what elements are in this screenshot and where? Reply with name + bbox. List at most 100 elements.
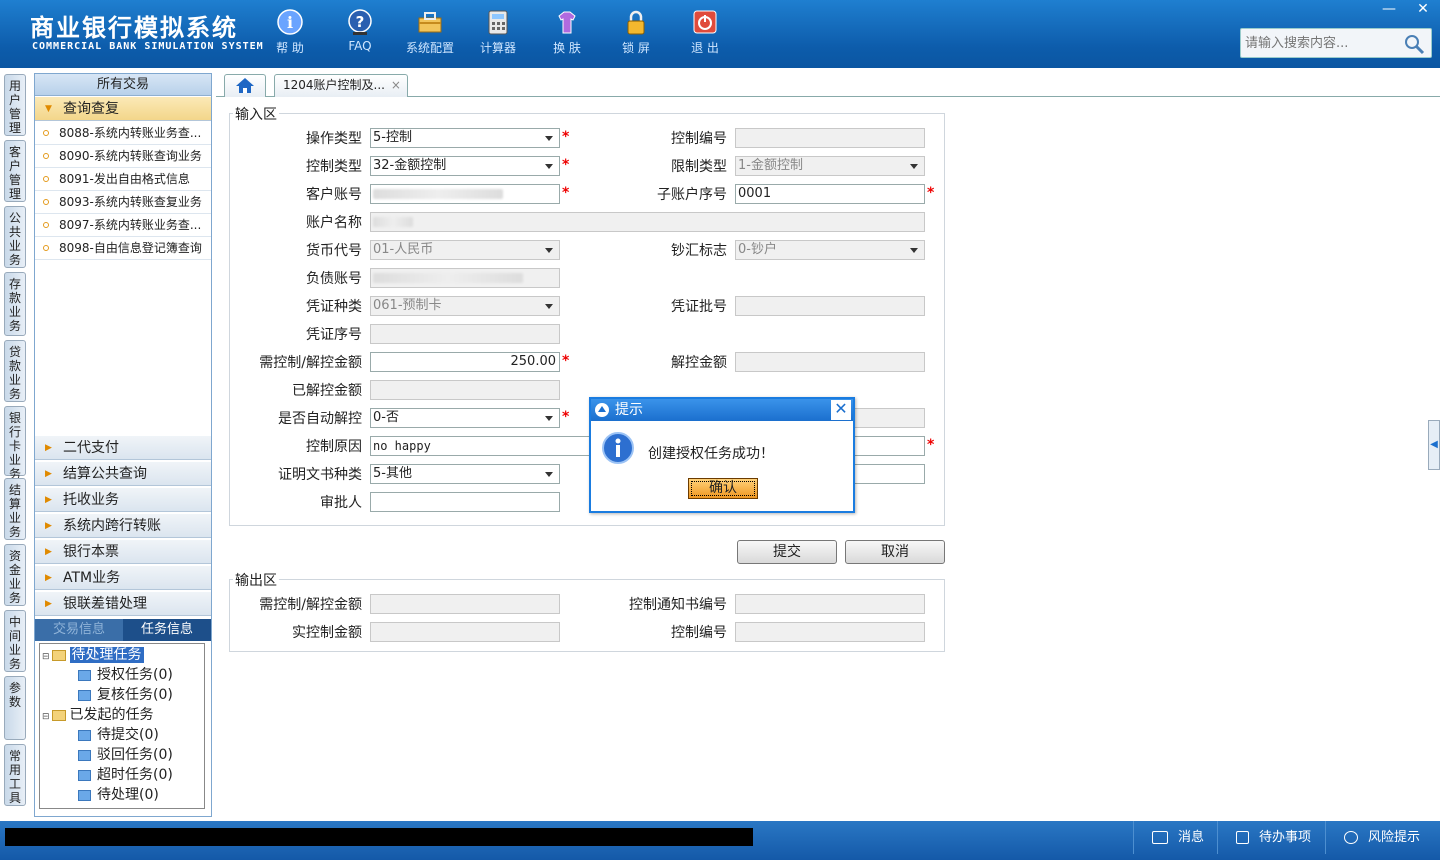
close-window-button[interactable]: ✕ [1406,0,1440,20]
required-marker: * [562,185,570,201]
voucher-batch-label: 凭证批号 [671,299,727,315]
vtab-bank-card-business[interactable]: 银行卡业务 [4,406,26,481]
tree-node-review[interactable]: 复核任务(0) [78,686,173,705]
voucher-type-label: 凭证种类 [306,299,362,315]
voucher-type-select: 061-预制卡 [370,296,560,316]
vtab-intermediary-business[interactable]: 中间业务 [4,610,26,672]
nav-item-8098[interactable]: 8098-自由信息登记簿查询 [35,237,211,260]
voucher-seq-label: 凭证序号 [306,327,362,343]
toolbar-label: 退 出 [691,41,719,55]
nav-group-atm[interactable]: ▶ ATM业务 [35,566,211,590]
released-label: 已解控金额 [292,383,362,399]
cancel-button[interactable]: 取消 [845,540,945,564]
home-tab[interactable] [224,74,266,97]
collapse-toggle-icon[interactable]: ⊟ [42,652,50,662]
tree-node-to-process[interactable]: 待处理(0) [78,786,159,805]
tree-label: 授权任务(0) [97,667,173,683]
cust-acct-field[interactable] [370,184,560,204]
vtab-common-tools[interactable]: 常用工具 [4,744,26,806]
risk-alert-button[interactable]: 风险提示 [1325,821,1440,854]
vtab-parameters[interactable]: 参数 [4,676,26,740]
help-button[interactable]: i 帮 助 [258,8,322,62]
lock-screen-button[interactable]: 锁 屏 [604,8,668,62]
nav-group-settlement-query[interactable]: ▶ 结算公共查询 [35,462,211,486]
submit-button[interactable]: 提交 [737,540,837,564]
tree-node-rejected[interactable]: 驳回任务(0) [78,746,173,765]
approver-field[interactable] [370,492,560,512]
collapse-panel-handle[interactable]: ◀ [1428,420,1440,470]
tree-node-pending[interactable]: ⊟ 待处理任务 [42,646,144,665]
task-icon [78,729,91,741]
sub-acct-label: 子账户序号 [657,187,727,203]
dialog-message: 创建授权任务成功！ [648,446,774,462]
nav-item-label: 8091-发出自由格式信息 [59,172,190,186]
dialog-close-button[interactable]: ✕ [831,400,851,420]
amount-field[interactable]: 250.00 [370,352,560,372]
search-icon[interactable] [1403,33,1425,55]
task-icon [78,749,91,761]
nav-item-8088[interactable]: 8088-系统内转账业务查... [35,122,211,145]
tab-task-info[interactable]: 任务信息 [123,619,211,641]
toolbar-label: 系统配置 [405,41,454,55]
nav-item-8091[interactable]: 8091-发出自由格式信息 [35,168,211,191]
nav-item-8090[interactable]: 8090-系统内转账查询业务 [35,145,211,168]
vtab-loan-business[interactable]: 贷款业务 [4,340,26,402]
nav-item-8097[interactable]: 8097-系统内转账业务查... [35,214,211,237]
change-skin-button[interactable]: 换 肤 [535,8,599,62]
actual-amount-label: 实控制金额 [292,625,362,641]
module-tabs: 用户管理 客户管理 公共业务 存款业务 贷款业务 银行卡业务 结算业务 资金业务… [0,68,30,820]
vtab-settlement-business[interactable]: 结算业务 [4,478,26,540]
tree-node-timeout[interactable]: 超时任务(0) [78,766,173,785]
cert-type-label: 证明文书种类 [278,467,362,483]
calculator-icon [488,10,508,35]
confirm-button[interactable]: 确认 [688,478,758,499]
tree-node-initiated[interactable]: ⊟ 已发起的任务 [42,706,154,725]
cert-type-select[interactable]: 5-其他 [370,464,560,484]
release-amt-field [735,352,925,372]
minimize-button[interactable]: — [1372,0,1406,20]
vtab-public-business[interactable]: 公共业务 [4,206,26,268]
redacted-value [373,189,503,199]
nav-group-unionpay-error[interactable]: ▶ 银联差错处理 [35,592,211,616]
calculator-button[interactable]: 计算器 [466,8,530,62]
nav-group-collection[interactable]: ▶ 托收业务 [35,488,211,512]
vtab-user-management[interactable]: 用户管理 [4,74,26,136]
tree-node-auth[interactable]: 授权任务(0) [78,666,173,685]
sub-acct-field[interactable]: 0001 [735,184,925,204]
output-section-legend: 输出区 [233,570,279,590]
op-type-select[interactable]: 5-控制 [370,128,560,148]
collapse-toggle-icon[interactable]: ⊟ [42,712,50,722]
nav-group-label: 银行本票 [63,544,119,560]
exit-button[interactable]: 退 出 [673,8,737,62]
nav-group-interbank-transfer[interactable]: ▶ 系统内跨行转账 [35,514,211,538]
lock-icon [627,10,645,35]
ctrl-type-select[interactable]: 32-金额控制 [370,156,560,176]
nav-group-bank-draft[interactable]: ▶ 银行本票 [35,540,211,564]
status-label: 消息 [1178,830,1205,845]
vtab-fund-business[interactable]: 资金业务 [4,544,26,606]
tab-close-icon[interactable]: × [391,78,401,92]
nav-group-query-reply[interactable]: ▼ 查询查复 [35,97,211,121]
search-input[interactable] [1241,29,1401,57]
notice-no-field [735,594,925,614]
vtab-deposit-business[interactable]: 存款业务 [4,272,26,336]
todo-button[interactable]: 待办事项 [1217,821,1325,854]
vtab-customer-management[interactable]: 客户管理 [4,140,26,202]
tab-label: 1204账户控制及... [283,78,385,92]
system-config-button[interactable]: 系统配置 [398,8,462,62]
messages-button[interactable]: 消息 [1133,821,1225,854]
tree-node-to-submit[interactable]: 待提交(0) [78,726,159,745]
auto-release-select[interactable]: 0-否 [370,408,560,428]
home-icon [236,78,254,93]
app-title: 商业银行模拟系统 [30,13,238,42]
cash-flag-select: 0-钞户 [735,240,925,260]
nav-group-second-gen-payment[interactable]: ▶ 二代支付 [35,436,211,460]
tab-trade-info[interactable]: 交易信息 [35,619,123,641]
faq-button[interactable]: ? FAQ [328,8,392,62]
tree-label: 待处理(0) [97,787,159,803]
required-marker: * [562,409,570,425]
tree-label: 待处理任务 [69,647,144,663]
release-amt-label: 解控金额 [671,355,727,371]
tab-account-control[interactable]: 1204账户控制及... × [274,74,408,97]
nav-item-8093[interactable]: 8093-系统内转账查复业务 [35,191,211,214]
